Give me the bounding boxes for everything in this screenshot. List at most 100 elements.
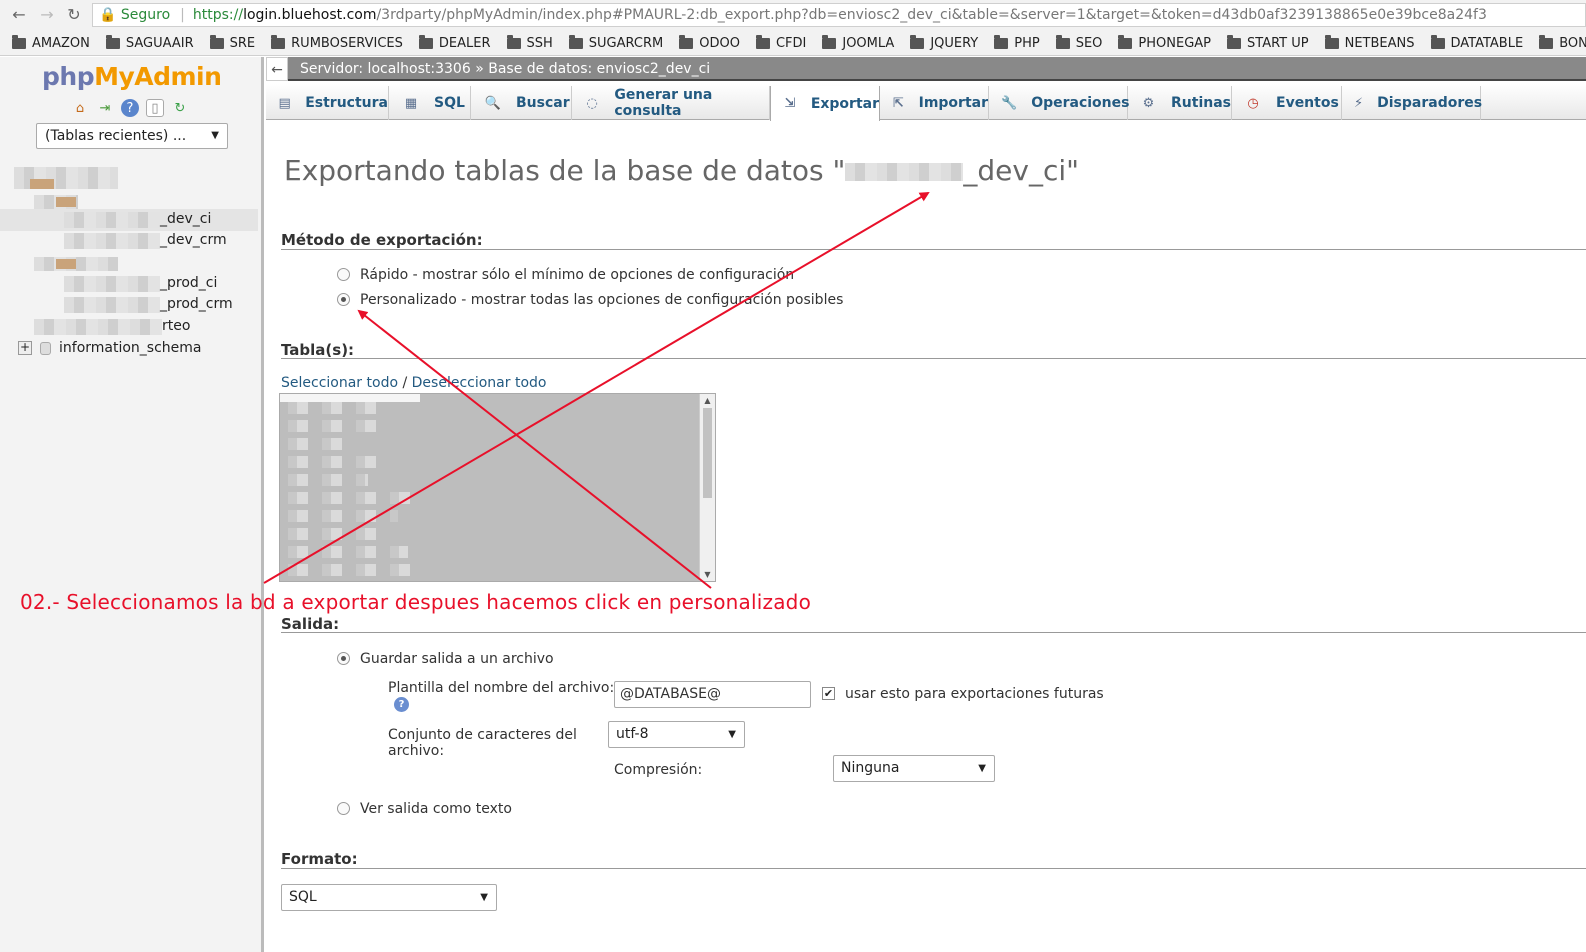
bookmark-label: AMAZON: [32, 35, 90, 51]
remember-template-checkbox[interactable]: ✔: [822, 687, 835, 700]
bookmark-dealer[interactable]: DEALER: [418, 30, 491, 55]
logout-icon[interactable]: ⇥: [96, 99, 114, 117]
table-option-blurred[interactable]: [288, 528, 378, 540]
tree-item-prod-crm[interactable]: _prod_crm: [160, 296, 233, 312]
tab-disparadores[interactable]: ⚡ Disparadores: [1342, 86, 1482, 120]
folder-icon: [1539, 34, 1554, 49]
bookmark-rumboservices[interactable]: RUMBOSERVICES: [271, 30, 403, 55]
tab-label: Rutinas: [1171, 95, 1231, 111]
tree-item-dev-ci[interactable]: _dev_ci: [160, 211, 211, 227]
docs-icon[interactable]: ▯: [146, 99, 164, 117]
folder-icon: [105, 34, 120, 49]
tab-rutinas[interactable]: ⚙ Rutinas: [1128, 86, 1232, 120]
bookmark-sugarcrm[interactable]: SUGARCRM: [568, 30, 663, 55]
folder-icon: [822, 34, 837, 49]
remember-template-label[interactable]: usar esto para exportaciones futuras: [845, 686, 1104, 702]
tree-item-information-schema[interactable]: information_schema: [59, 340, 202, 356]
export-method-heading: Método de exportación:: [281, 231, 483, 249]
bookmark-amazon[interactable]: AMAZON: [12, 30, 90, 55]
phpmyadmin-logo[interactable]: phpMyAdmin: [42, 62, 222, 91]
page-title: Exportando tablas de la base de datos " _…: [284, 154, 1080, 187]
wrench-icon: 🔧: [1001, 95, 1018, 111]
bookmark-label: BONITA: [1559, 35, 1586, 51]
tab-eventos[interactable]: ◷ Eventos: [1232, 86, 1342, 120]
help-icon[interactable]: ?: [121, 99, 139, 117]
table-option-blurred[interactable]: [288, 546, 408, 558]
bookmark-label: SEO: [1075, 35, 1103, 51]
chevron-down-icon: ▼: [480, 892, 488, 903]
table-option-blurred[interactable]: [288, 456, 388, 468]
charset-select[interactable]: utf-8 ▼: [608, 721, 745, 748]
back-arrow-icon[interactable]: ←: [8, 4, 30, 26]
table-option-blurred[interactable]: [288, 564, 418, 576]
tab-exportar[interactable]: ⇲ Exportar: [770, 86, 880, 121]
format-select[interactable]: SQL ▼: [281, 884, 497, 911]
table-option-blurred[interactable]: [288, 492, 418, 504]
divider: [281, 249, 1586, 250]
recent-tables-select[interactable]: (Tablas recientes) ... ▼: [36, 123, 228, 149]
tab-importar[interactable]: ⇱ Importar: [880, 86, 989, 120]
table-option-blurred[interactable]: [288, 474, 368, 486]
scroll-down-icon[interactable]: ▼: [700, 570, 715, 579]
tab-buscar[interactable]: 🔍 Buscar: [472, 86, 572, 120]
bookmark-jquery[interactable]: JQUERY: [910, 30, 978, 55]
bookmark-netbeans[interactable]: NETBEANS: [1324, 30, 1415, 55]
table-option-blurred[interactable]: [288, 402, 378, 414]
radio-save-to-file[interactable]: [337, 652, 350, 665]
refresh-icon[interactable]: ↻: [171, 99, 189, 117]
bookmark-datatable[interactable]: DATATABLE: [1430, 30, 1523, 55]
radio-custom[interactable]: [337, 293, 350, 306]
bookmark-saguaair[interactable]: SAGUAAIR: [105, 30, 194, 55]
bookmark-phonegap[interactable]: PHONEGAP: [1118, 30, 1212, 55]
deselect-all-link[interactable]: Deseleccionar todo: [412, 375, 547, 391]
tree-item-dev-crm[interactable]: _dev_crm: [160, 232, 227, 248]
bookmark-label: PHONEGAP: [1138, 35, 1212, 51]
bookmark-cfdi[interactable]: CFDI: [755, 30, 806, 55]
tab-generar-una-consulta[interactable]: ◌ Generar una consulta: [572, 86, 770, 120]
filename-template-input[interactable]: @DATABASE@: [614, 681, 811, 708]
compression-select[interactable]: Ninguna ▼: [833, 755, 995, 782]
folder-icon: [1324, 34, 1339, 49]
tree-item-prod-ci[interactable]: _prod_ci: [160, 275, 217, 291]
bookmark-odoo[interactable]: ODOO: [679, 30, 740, 55]
table-option-blurred[interactable]: [288, 510, 398, 522]
radio-quick[interactable]: [337, 268, 350, 281]
bookmark-joomla[interactable]: JOOMLA: [822, 30, 894, 55]
breadcrumb-text[interactable]: Servidor: localhost:3306 » Base de datos…: [300, 57, 710, 81]
radio-custom-label[interactable]: Personalizado - mostrar todas las opcion…: [360, 292, 843, 308]
forward-arrow-icon[interactable]: →: [36, 4, 58, 26]
bookmark-php[interactable]: PHP: [994, 30, 1040, 55]
collapse-arrow-icon[interactable]: ←: [266, 57, 288, 81]
scrollbar[interactable]: ▲ ▼: [699, 394, 715, 581]
expand-plus-icon[interactable]: +: [18, 341, 32, 355]
reload-icon[interactable]: ↻: [63, 4, 85, 26]
tab-estructura[interactable]: ▤ Estructura: [266, 86, 389, 120]
chevron-down-icon: ▼: [978, 763, 986, 774]
table-option-blurred[interactable]: [288, 438, 348, 450]
bookmark-seo[interactable]: SEO: [1055, 30, 1103, 55]
radio-view-as-text-label[interactable]: Ver salida como texto: [360, 801, 512, 817]
output-heading: Salida:: [281, 615, 340, 633]
folder-icon: [1430, 34, 1445, 49]
db-prefix-blurred: [64, 297, 160, 313]
help-icon[interactable]: ?: [394, 697, 409, 712]
url-field[interactable]: 🔒 Seguro | https://login.bluehost.com/3rdp…: [92, 3, 1586, 27]
scroll-up-icon[interactable]: ▲: [700, 396, 715, 405]
tree-item-partial[interactable]: rteo: [162, 318, 190, 334]
radio-view-as-text[interactable]: [337, 802, 350, 815]
chevron-down-icon: ▼: [211, 130, 219, 141]
tables-multiselect[interactable]: ▲ ▼: [279, 393, 716, 582]
home-icon[interactable]: ⌂: [71, 99, 89, 117]
tab-sql[interactable]: ▦ SQL: [390, 86, 471, 120]
bookmark-ssh[interactable]: SSH: [506, 30, 553, 55]
tab-operaciones[interactable]: 🔧 Operaciones: [989, 86, 1129, 120]
db-prefix-blurred: [34, 319, 162, 335]
radio-save-to-file-label[interactable]: Guardar salida a un archivo: [360, 651, 554, 667]
bookmark-sre[interactable]: SRE: [209, 30, 255, 55]
bookmark-start-up[interactable]: START UP: [1227, 30, 1309, 55]
radio-quick-label[interactable]: Rápido - mostrar sólo el mínimo de opcio…: [360, 267, 794, 283]
select-all-link[interactable]: Seleccionar todo: [281, 375, 398, 391]
scrollbar-thumb[interactable]: [703, 408, 712, 498]
table-option-blurred[interactable]: [288, 420, 378, 432]
bookmark-bonita[interactable]: BONITA: [1539, 30, 1586, 55]
